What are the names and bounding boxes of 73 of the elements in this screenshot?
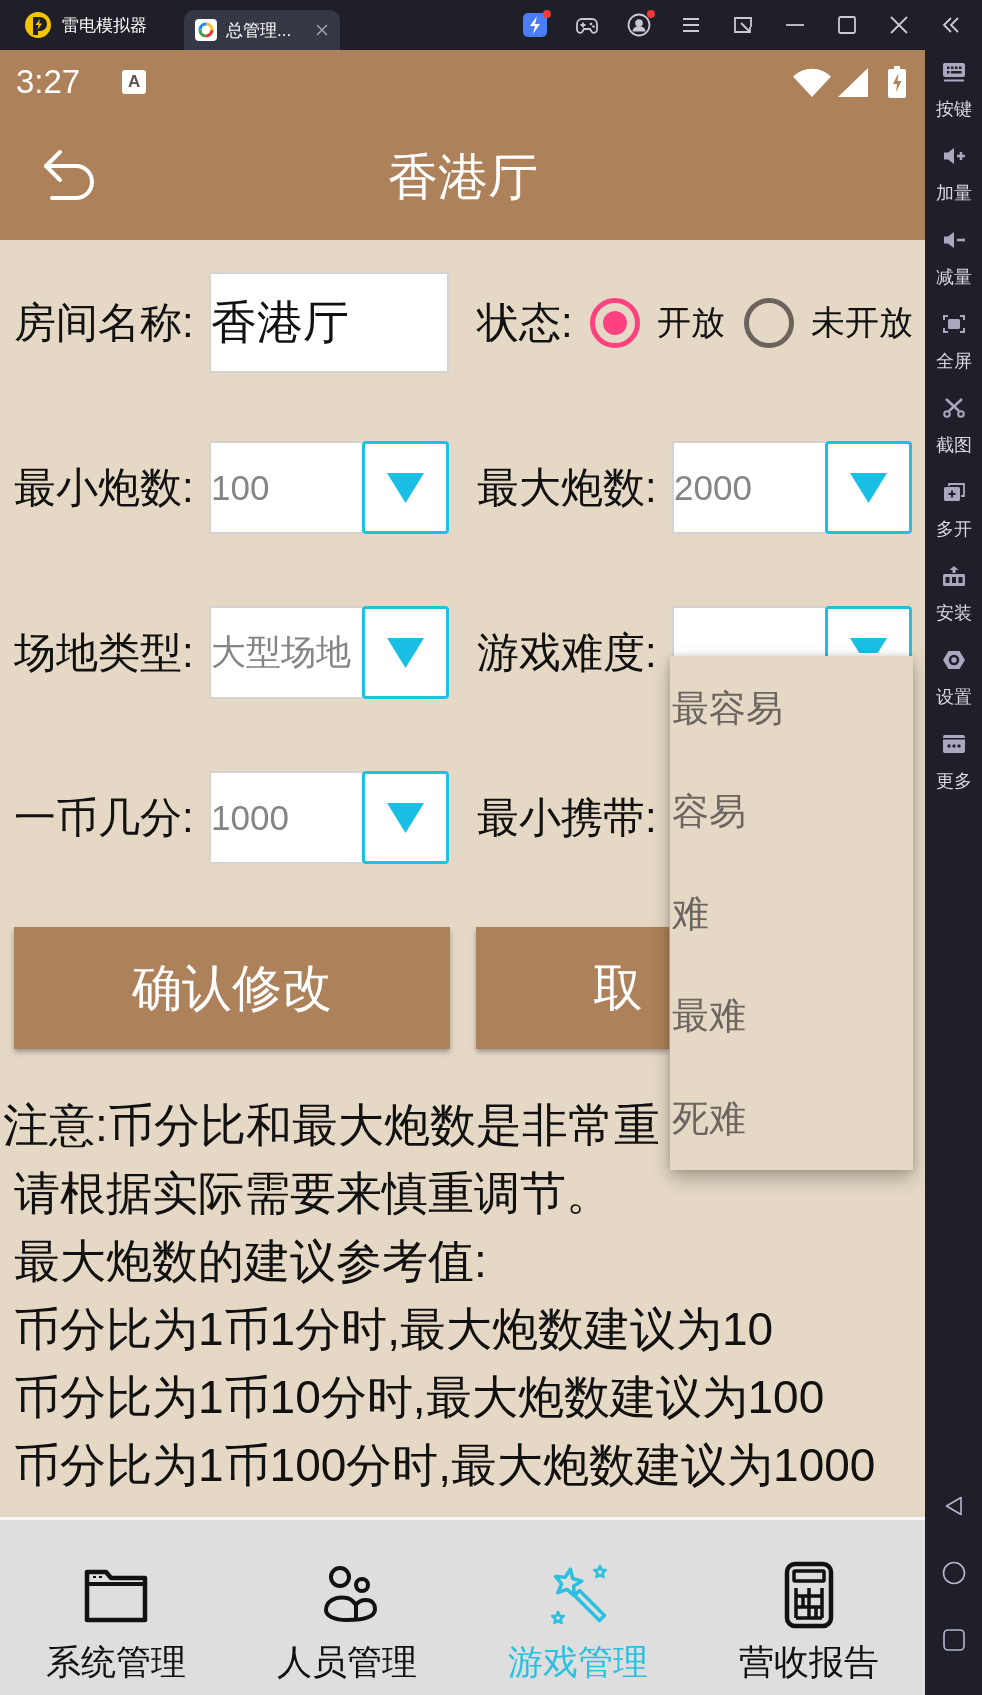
upload-box-icon	[941, 566, 966, 586]
field-label: 状态:	[477, 297, 573, 348]
sidebar-button[interactable]: 多开	[935, 482, 972, 539]
sidebar-button[interactable]: 更多	[935, 734, 972, 791]
note-text: 币分比为1币10分时,最大炮数建议为100	[14, 1370, 825, 1425]
windows-plus-icon	[941, 482, 966, 502]
battery-icon	[888, 66, 906, 98]
keyboard-icon	[941, 62, 966, 82]
notification-dot-icon	[543, 10, 551, 18]
dropdown-field[interactable]: 1000	[209, 771, 362, 864]
option-label: 未开放	[810, 301, 913, 343]
settings-icon	[941, 650, 966, 670]
sidebar-button[interactable]: 按键	[935, 62, 972, 119]
note-text: 币分比为1币100分时,最大炮数建议为1000	[14, 1438, 876, 1493]
app-name: 雷电模拟器	[62, 14, 147, 37]
caret-icon	[387, 802, 424, 833]
radio-button[interactable]	[589, 297, 640, 348]
caret-icon	[387, 637, 424, 668]
note-text: 币分比为1币1分时,最大炮数建议为10	[14, 1302, 774, 1357]
sidebar-button[interactable]: 加量	[935, 146, 972, 203]
window-tab[interactable]: 总管理...	[184, 10, 340, 50]
recents-square-icon[interactable]	[941, 1628, 966, 1652]
dropdown-option[interactable]: 难	[672, 862, 913, 966]
field-label: 一币几分:	[14, 792, 195, 843]
caret-icon	[850, 638, 887, 653]
scissors-icon	[941, 398, 966, 418]
radio-button[interactable]	[743, 297, 794, 348]
sidebar-button[interactable]: 截图	[935, 398, 972, 455]
notification-dot-icon	[647, 10, 655, 18]
caret-icon	[850, 472, 887, 503]
dropdown-field[interactable]: 2000	[672, 441, 825, 534]
option-label: 开放	[656, 301, 725, 343]
dropdown-option[interactable]: 最容易	[672, 658, 913, 761]
maximize-icon[interactable]	[835, 13, 859, 37]
nav-tab[interactable]: 人员管理	[276, 1560, 417, 1682]
sidebar-button[interactable]: 减量	[935, 230, 972, 287]
app-swirl-icon	[195, 19, 217, 41]
volume-up-icon	[941, 146, 966, 166]
field-label: 游戏难度:	[477, 627, 658, 678]
sidebar-button[interactable]: 全屏	[935, 314, 972, 371]
dropdown-option[interactable]: 死难	[672, 1067, 913, 1170]
note-text: 注意:币分比和最大炮数是非常重	[3, 1098, 660, 1153]
status-time: 3:27	[16, 63, 81, 101]
user-icon[interactable]	[627, 13, 651, 37]
screen-title: 香港厅	[387, 147, 538, 207]
logo-icon	[25, 12, 51, 38]
nav-tab[interactable]: 营收报告	[739, 1560, 880, 1682]
notification-badge: A	[122, 70, 147, 94]
note-text: 最大炮数的建议参考值:	[14, 1234, 487, 1289]
more-icon	[941, 734, 966, 754]
lightning-icon[interactable]	[523, 13, 547, 37]
field-label: 房间名称:	[14, 297, 195, 348]
dropdown-field[interactable]: 大型场地	[209, 606, 362, 699]
dropdown-field[interactable]	[672, 606, 825, 656]
fullscreen-icon	[941, 314, 966, 334]
sidebar-button[interactable]: 安装	[935, 566, 972, 623]
dropdown-option[interactable]: 容易	[672, 760, 913, 863]
nav-tab[interactable]: 系统管理	[45, 1560, 186, 1682]
note-text: 请根据实际需要来慎重调节。	[14, 1166, 612, 1221]
sidebar-button[interactable]: 设置	[935, 650, 972, 707]
signal-icon	[838, 67, 868, 97]
home-circle-icon[interactable]	[941, 1561, 966, 1585]
field-label: 最小炮数:	[14, 462, 195, 513]
wifi-icon	[793, 67, 831, 97]
dropdown-option[interactable]: 最难	[672, 965, 913, 1068]
caret-icon	[387, 472, 424, 503]
close-icon[interactable]	[316, 24, 328, 36]
volume-down-icon	[941, 230, 966, 250]
text-field[interactable]: 香港厅	[209, 272, 449, 373]
field-label: 最小携带:	[477, 792, 658, 843]
dropdown-field[interactable]: 100	[209, 441, 362, 534]
field-label: 场地类型:	[14, 627, 195, 678]
field-label: 最大炮数:	[477, 462, 658, 513]
